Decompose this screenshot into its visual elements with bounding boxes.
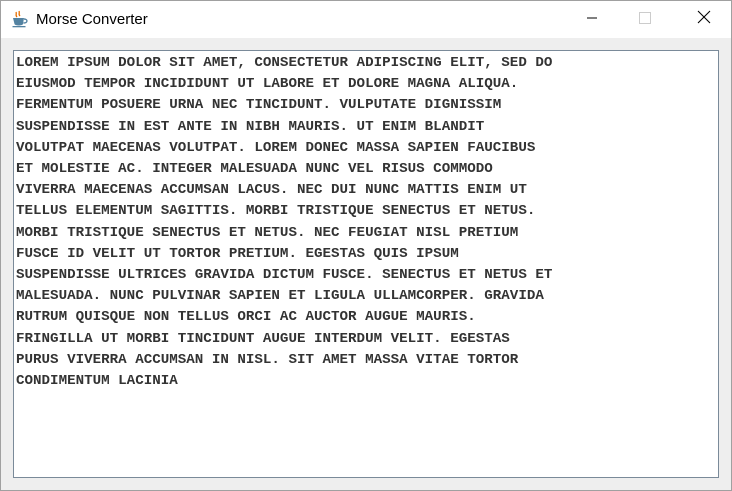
java-coffee-cup-icon[interactable]: [11, 10, 29, 28]
content-panel: LOREM IPSUM DOLOR SIT AMET, CONSECTETUR …: [1, 38, 731, 490]
editor-text[interactable]: LOREM IPSUM DOLOR SIT AMET, CONSECTETUR …: [16, 53, 718, 392]
window-title: Morse Converter: [36, 11, 148, 28]
maximize-button[interactable]: [622, 1, 668, 38]
minimize-button[interactable]: [569, 1, 615, 38]
app-window: Morse Converter LOREM IPSUM DOLOR SIT AM…: [0, 0, 732, 491]
close-button[interactable]: [681, 1, 727, 38]
maximize-icon: [639, 11, 651, 29]
minimize-icon: [586, 11, 598, 29]
close-icon: [697, 10, 711, 29]
title-bar[interactable]: Morse Converter: [1, 1, 731, 38]
morse-text-area[interactable]: LOREM IPSUM DOLOR SIT AMET, CONSECTETUR …: [13, 50, 719, 478]
